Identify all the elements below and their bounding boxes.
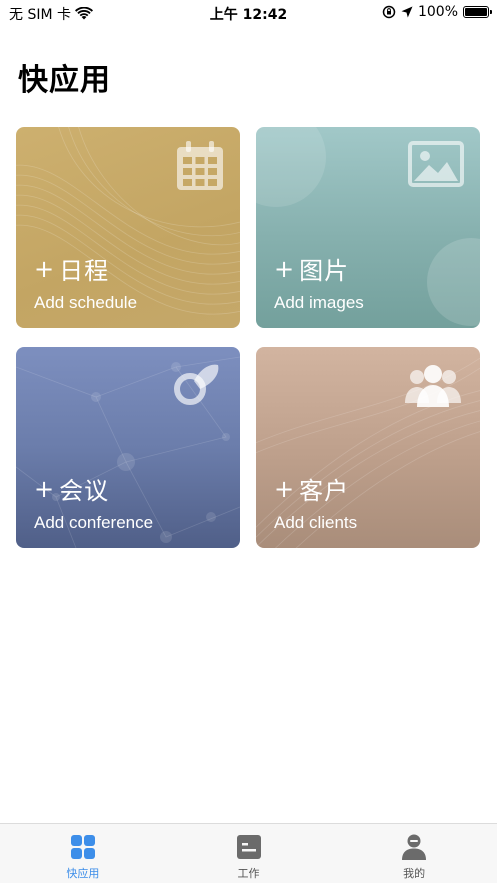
tab-work[interactable]: 工作 [166,824,332,883]
plus-icon: + [274,474,296,503]
tab-label: 我的 [403,867,426,880]
card-title-text: 会议 [59,477,110,505]
profile-icon [402,834,427,860]
card-title: + 图片 [274,251,349,286]
status-right: 100% [382,4,492,20]
battery-icon [463,6,492,18]
plus-icon: + [34,254,56,283]
work-icon [236,835,261,859]
tab-quick-apps[interactable]: 快应用 [0,824,166,883]
card-title-text: 图片 [299,257,350,285]
tab-bar: 快应用 工作 我的 [0,823,497,883]
image-icon [408,141,464,187]
add-schedule-card[interactable]: + 日程 Add schedule [16,127,240,328]
page-title: 快应用 [18,63,111,98]
add-images-card[interactable]: + 图片 Add images [256,127,480,328]
tab-profile[interactable]: 我的 [331,824,497,883]
plus-icon: + [34,474,56,503]
rotation-lock-icon [382,5,396,19]
battery-percent: 100% [417,4,458,20]
card-subtitle: Add conference [34,513,154,532]
card-title-text: 日程 [59,257,110,285]
add-clients-card[interactable]: + 客户 Add clients [256,347,480,548]
card-title: + 日程 [34,251,109,286]
tab-label: 工作 [237,867,260,880]
card-subtitle: Add images [274,293,364,312]
status-bar: 无 SIM 卡 上午 12:42 100% [0,0,497,26]
calendar-icon [177,141,223,190]
card-subtitle: Add clients [274,513,358,532]
add-conference-card[interactable]: + 会议 Add conference [16,347,240,548]
card-subtitle: Add schedule [34,293,138,312]
plus-icon: + [274,254,296,283]
grid-icon [70,835,95,859]
card-title: + 客户 [274,471,349,506]
tab-label: 快应用 [66,867,100,880]
clients-icon [405,365,461,407]
card-title-text: 客户 [299,477,350,505]
card-title: + 会议 [34,471,109,506]
location-icon [401,6,413,18]
conference-icon [174,364,219,405]
